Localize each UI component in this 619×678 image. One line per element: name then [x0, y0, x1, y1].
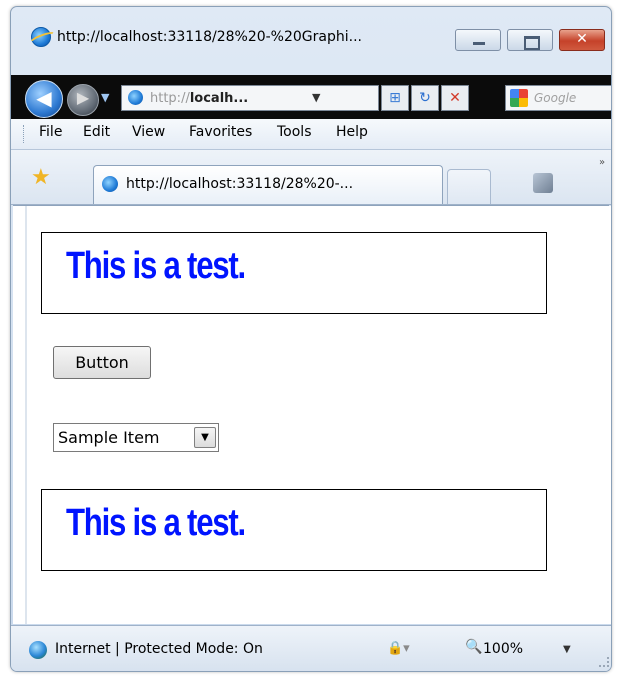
address-prefix: http:// — [150, 91, 190, 106]
maximize-button[interactable] — [507, 29, 553, 51]
menu-file[interactable]: File — [39, 124, 62, 140]
window-title: http://localhost:33118/28%20-%20Graphi..… — [57, 29, 362, 45]
tools-icon[interactable] — [533, 173, 553, 193]
heading-top: This is a test. — [66, 245, 246, 287]
zoom-level[interactable]: 100% — [483, 641, 523, 657]
forward-arrow-icon: ▶ — [76, 88, 90, 107]
ie-logo-icon — [31, 27, 51, 47]
chevron-more-icon[interactable]: » — [599, 157, 605, 168]
search-box[interactable]: Google — [505, 85, 611, 111]
menu-favorites[interactable]: Favorites — [189, 124, 252, 140]
zoom-dropdown-icon[interactable]: ▼ — [563, 644, 571, 655]
menu-grip — [23, 125, 26, 143]
close-icon: ✕ — [576, 31, 588, 47]
favorites-star-icon[interactable]: ★ — [31, 167, 51, 189]
sample-select[interactable]: Sample Item ▼ — [53, 423, 219, 452]
stop-button[interactable]: ✕ — [441, 85, 469, 111]
minimize-button[interactable] — [455, 29, 501, 51]
resize-grip[interactable] — [599, 657, 609, 667]
page-body: This is a test. Button Sample Item ▼ Thi… — [25, 206, 611, 624]
sample-button[interactable]: Button — [53, 346, 151, 379]
new-tab-button[interactable] — [447, 169, 491, 204]
address-text: http://localh... — [150, 91, 248, 106]
search-placeholder: Google — [534, 91, 577, 105]
heading-box-top: This is a test. — [41, 232, 547, 314]
chevron-down-icon[interactable]: ▼ — [194, 427, 216, 448]
internet-zone-icon — [29, 641, 47, 659]
browser-window: http://localhost:33118/28%20-%20Graphi..… — [10, 6, 612, 672]
zoom-icon[interactable]: 🔍 — [465, 639, 482, 655]
address-dropdown-icon[interactable]: ▼ — [312, 91, 320, 104]
back-arrow-icon: ◀ — [36, 86, 52, 110]
menu-help[interactable]: Help — [336, 124, 368, 140]
compatibility-view-button[interactable]: ⊞ — [381, 85, 409, 111]
refresh-button[interactable]: ↻ — [411, 85, 439, 111]
menu-edit[interactable]: Edit — [83, 124, 110, 140]
tab-page-icon — [102, 176, 118, 192]
address-bar[interactable]: http://localh... ▼ — [121, 85, 379, 111]
tab-label: http://localhost:33118/28%20-... — [126, 176, 354, 192]
minimize-icon — [473, 42, 485, 45]
menu-view[interactable]: View — [132, 124, 165, 140]
security-icon[interactable]: 🔒▾ — [387, 641, 410, 656]
select-value: Sample Item — [58, 428, 160, 447]
heading-bottom: This is a test. — [66, 502, 246, 544]
back-button[interactable]: ◀ — [25, 80, 63, 118]
page-icon — [128, 90, 143, 105]
close-button[interactable]: ✕ — [559, 29, 605, 51]
status-text: Internet | Protected Mode: On — [55, 641, 263, 657]
forward-button[interactable]: ▶ — [67, 84, 99, 116]
tab-active[interactable]: http://localhost:33118/28%20-... — [93, 165, 443, 204]
maximize-icon — [524, 36, 540, 50]
recent-pages-dropdown[interactable]: ▼ — [101, 91, 109, 104]
address-host: localh... — [189, 91, 249, 106]
page-content: This is a test. Button Sample Item ▼ Thi… — [13, 205, 611, 624]
menu-tools[interactable]: Tools — [277, 124, 312, 140]
heading-box-bottom: This is a test. — [41, 489, 547, 571]
google-logo-icon — [510, 89, 528, 107]
